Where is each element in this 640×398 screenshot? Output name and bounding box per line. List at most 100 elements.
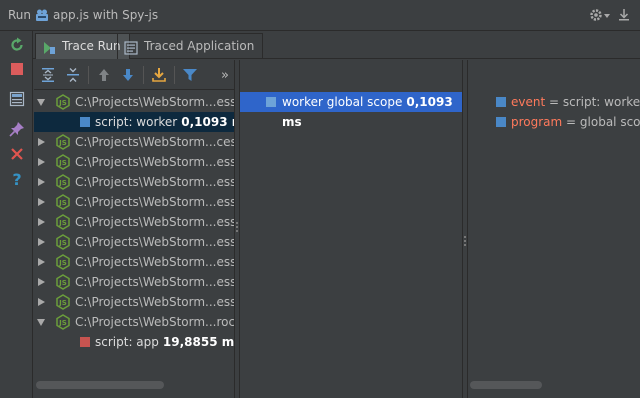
expand-all-icon[interactable]: [39, 66, 57, 84]
tree-node[interactable]: JS C:\Projects\WebStorm...ess/w: [34, 172, 234, 192]
tab-label: Traced Application: [144, 39, 255, 53]
red-marker-icon: [80, 337, 90, 347]
spyjs-icon: [35, 8, 49, 22]
splitter-grip: [464, 236, 466, 238]
svg-text:JS: JS: [58, 99, 67, 107]
run-configuration-title: app.js with Spy-js: [53, 8, 159, 22]
collapse-arrow-icon[interactable]: [37, 99, 45, 106]
blue-marker-icon: [266, 97, 276, 107]
splitter-grip: [464, 244, 466, 246]
tree-node[interactable]: JS C:\Projects\WebStorm...ess/w: [34, 212, 234, 232]
node-label: C:\Projects\WebStorm...ess/w: [75, 195, 234, 209]
nodejs-icon: JS: [55, 254, 71, 270]
tree-toolbar: »: [34, 60, 234, 90]
rerun-icon[interactable]: [7, 35, 27, 55]
scope-list[interactable]: worker global scope 0,1093 ms: [240, 90, 462, 398]
expand-arrow-icon[interactable]: [38, 238, 45, 246]
nodejs-icon: JS: [55, 174, 71, 190]
collapse-arrow-icon[interactable]: [37, 319, 45, 326]
expand-arrow-icon[interactable]: [38, 218, 45, 226]
svg-text:JS: JS: [58, 239, 67, 247]
svg-text:JS: JS: [58, 319, 67, 327]
svg-text:JS: JS: [58, 159, 67, 167]
expand-arrow-icon[interactable]: [38, 258, 45, 266]
horizontal-scrollbar[interactable]: [470, 381, 542, 389]
node-label: C:\Projects\WebStorm...ess/w: [75, 175, 234, 189]
expand-arrow-icon[interactable]: [38, 178, 45, 186]
tab-label: Trace Run: [62, 39, 121, 53]
expand-arrow-icon[interactable]: [38, 278, 45, 286]
gear-icon[interactable]: [588, 6, 612, 24]
tab-traced-application[interactable]: Traced Application: [117, 33, 264, 59]
svg-text:JS: JS: [58, 219, 67, 227]
stop-icon[interactable]: [7, 59, 27, 79]
expand-arrow-icon[interactable]: [38, 138, 45, 146]
run-actions-toolbar: ?: [0, 31, 33, 398]
blue-marker-icon: [496, 97, 506, 107]
child-label: script: app 19,8855 ms: [95, 335, 234, 349]
scope-item-selected[interactable]: worker global scope 0,1093 ms: [240, 92, 462, 129]
nodejs-icon: JS: [55, 274, 71, 290]
node-label: C:\Projects\WebStorm...ess/w: [75, 155, 234, 169]
tree-node[interactable]: JS C:\Projects\WebStorm...ess/w: [34, 152, 234, 172]
child-label: script: worker0,1093 ms: [95, 115, 234, 129]
tree-node[interactable]: JS C:\Projects\WebStorm...ess/w: [34, 92, 234, 112]
close-icon[interactable]: [7, 144, 27, 164]
node-label: C:\Projects\WebStorm...ess/w: [75, 215, 234, 229]
tree-node[interactable]: JS C:\Projects\WebStorm...ess/w: [34, 252, 234, 272]
tree-node[interactable]: JS C:\Projects\WebStorm...ess/w: [34, 232, 234, 252]
toolbar-separator: [88, 66, 89, 84]
tree-node[interactable]: JS C:\Projects\WebStorm...ess/w: [34, 192, 234, 212]
blue-marker-icon: [496, 117, 506, 127]
console-icon: [124, 39, 138, 55]
svg-text:JS: JS: [58, 179, 67, 187]
nodejs-icon: JS: [55, 134, 71, 150]
scope-label: worker global scope 0,1093 ms: [282, 95, 453, 129]
node-label: C:\Projects\WebStorm...ess/w: [75, 275, 234, 289]
node-label: C:\Projects\WebStorm...roces: [75, 315, 234, 329]
svg-text:JS: JS: [58, 139, 67, 147]
layout-icon[interactable]: [7, 89, 27, 109]
nodejs-icon: JS: [55, 214, 71, 230]
horizontal-scrollbar[interactable]: [36, 381, 164, 389]
svg-text:JS: JS: [58, 279, 67, 287]
blue-marker-icon: [80, 117, 90, 127]
nodejs-icon: JS: [55, 234, 71, 250]
splitter-grip: [236, 222, 238, 224]
expand-arrow-icon[interactable]: [38, 198, 45, 206]
svg-text:JS: JS: [58, 259, 67, 267]
more-actions-button[interactable]: »: [216, 66, 234, 84]
nodejs-icon: JS: [55, 94, 71, 110]
tree-node[interactable]: JS C:\Projects\WebStorm...ess/w: [34, 272, 234, 292]
trace-tabs: Trace Run Traced Application: [33, 31, 640, 59]
trace-tree[interactable]: JS C:\Projects\WebStorm...ess/w script: …: [34, 90, 234, 398]
filter-icon[interactable]: [181, 66, 199, 84]
expand-arrow-icon[interactable]: [38, 158, 45, 166]
variable-entry: program = global scope: [511, 115, 640, 129]
node-label: C:\Projects\WebStorm...ess/w: [75, 235, 234, 249]
tree-node[interactable]: JS C:\Projects\WebStorm...roces: [34, 312, 234, 332]
expand-arrow-icon[interactable]: [38, 298, 45, 306]
pin-icon[interactable]: [7, 119, 27, 139]
nodejs-icon: JS: [55, 194, 71, 210]
tree-child-worker[interactable]: script: worker0,1093 ms: [34, 112, 234, 132]
down-arrow-icon[interactable]: [119, 66, 137, 84]
download-icon[interactable]: [150, 66, 168, 84]
tree-node[interactable]: JS C:\Projects\WebStorm...cess/: [34, 132, 234, 152]
variables-panel[interactable]: event = script: worker program = global …: [468, 90, 640, 398]
help-icon[interactable]: ?: [7, 169, 27, 189]
tree-node[interactable]: JS C:\Projects\WebStorm...ess/w: [34, 292, 234, 312]
splitter-grip: [236, 230, 238, 232]
nodejs-icon: JS: [55, 314, 71, 330]
hide-icon[interactable]: [616, 6, 632, 24]
up-arrow-icon[interactable]: [95, 66, 113, 84]
toolbar-separator: [143, 66, 144, 84]
nodejs-icon: JS: [55, 154, 71, 170]
tab-trace-run[interactable]: Trace Run: [35, 33, 130, 59]
collapse-all-icon[interactable]: [64, 66, 82, 84]
splitter-grip: [236, 226, 238, 228]
node-label: C:\Projects\WebStorm...ess/w: [75, 295, 234, 309]
svg-text:JS: JS: [58, 299, 67, 307]
toolbar-separator: [174, 66, 175, 84]
tree-child-app[interactable]: script: app 19,8855 ms: [34, 332, 234, 352]
